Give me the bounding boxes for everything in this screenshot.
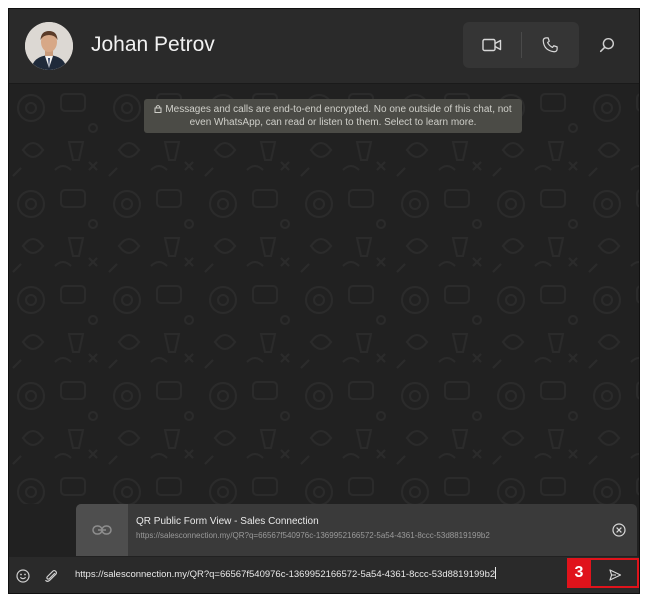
message-input-value: https://salesconnection.my/QR?q=66567f54… bbox=[75, 569, 496, 580]
voice-call-button[interactable] bbox=[521, 22, 579, 68]
message-input[interactable]: https://salesconnection.my/QR?q=66567f54… bbox=[75, 565, 563, 585]
link-icon bbox=[92, 525, 112, 535]
chat-window: Johan Petrov Messages and calls are end-… bbox=[8, 8, 640, 594]
attach-icon bbox=[45, 569, 58, 582]
step-number-badge: 3 bbox=[567, 558, 591, 588]
message-composer: https://salesconnection.my/QR?q=66567f54… bbox=[9, 557, 639, 593]
link-preview-close-button[interactable] bbox=[609, 520, 629, 540]
lock-icon bbox=[154, 104, 162, 113]
call-buttons-group bbox=[463, 22, 579, 68]
link-preview-url: https://salesconnection.my/QR?q=66567f54… bbox=[136, 531, 490, 540]
chat-area[interactable]: Messages and calls are end-to-end encryp… bbox=[9, 84, 639, 504]
chat-header: Johan Petrov bbox=[9, 9, 639, 84]
avatar-image bbox=[25, 22, 73, 70]
send-icon bbox=[609, 569, 622, 581]
close-icon bbox=[612, 523, 626, 537]
video-camera-icon bbox=[482, 38, 502, 52]
emoji-icon bbox=[16, 569, 30, 583]
search-icon bbox=[599, 37, 615, 53]
emoji-button[interactable] bbox=[13, 566, 33, 586]
link-preview[interactable]: QR Public Form View - Sales Connection h… bbox=[76, 504, 637, 556]
text-caret bbox=[495, 567, 497, 579]
encryption-notice-text: Messages and calls are end-to-end encryp… bbox=[165, 104, 512, 128]
send-button[interactable] bbox=[594, 561, 636, 589]
link-preview-title: QR Public Form View - Sales Connection bbox=[136, 516, 319, 527]
search-button[interactable] bbox=[589, 27, 625, 63]
contact-name[interactable]: Johan Petrov bbox=[91, 33, 215, 57]
encryption-notice[interactable]: Messages and calls are end-to-end encryp… bbox=[144, 99, 522, 133]
attach-button[interactable] bbox=[41, 566, 61, 586]
avatar[interactable] bbox=[25, 22, 73, 70]
link-preview-thumbnail bbox=[76, 504, 128, 556]
phone-icon bbox=[542, 37, 558, 53]
chat-wallpaper-doodles bbox=[9, 84, 639, 504]
video-call-button[interactable] bbox=[463, 22, 521, 68]
